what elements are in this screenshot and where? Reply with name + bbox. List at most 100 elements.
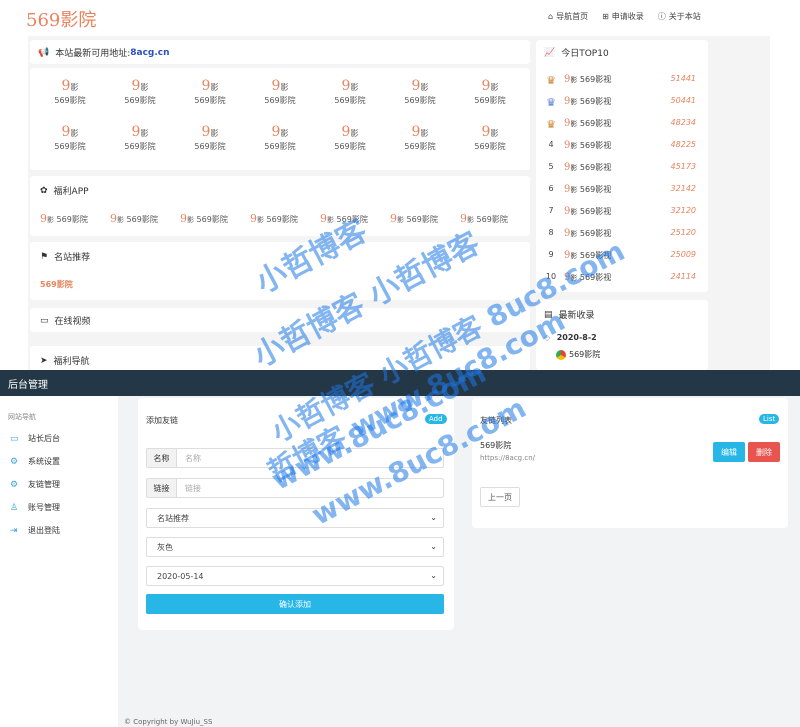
tile-name: 569影院: [54, 96, 86, 105]
top10-name: 9影 569影视: [564, 272, 612, 283]
latest-card: ▤ 最新收录 ◇ 2020-8-2 569影院: [536, 300, 708, 370]
fuli-app-item[interactable]: 9影 569影院: [460, 212, 508, 225]
delete-button[interactable]: 删除: [748, 442, 780, 462]
site-tile[interactable]: 9影 569影院: [35, 78, 105, 106]
site-tile[interactable]: 9影 569影院: [175, 78, 245, 106]
fuli-app-item[interactable]: 9影 569影院: [390, 212, 438, 225]
crown-icon: ♛: [546, 118, 556, 131]
sidebar-item[interactable]: ⚙ 友链管理: [10, 479, 60, 490]
link-field[interactable]: 链接 链接: [146, 478, 444, 498]
top10-count: 25120: [670, 228, 696, 237]
tile-logo: 9影: [271, 78, 289, 94]
name-label: 名称: [147, 449, 177, 467]
link-item-name: 569影院: [480, 441, 512, 450]
fuli-nav-title: 福利导航: [53, 357, 90, 367]
site-tile[interactable]: 9影 569影院: [455, 78, 525, 106]
top10-name: 9影 569影视: [564, 140, 612, 151]
tile-logo: 9影: [481, 78, 499, 94]
top10-row[interactable]: ♛ 9影 569影视 51441: [544, 74, 704, 92]
top10-row[interactable]: 6 9影 569影视 32142: [544, 184, 704, 202]
site-header: 569影院 ⌂ 导航首页 ⊞ 申请收录 ⓘ 关于本站: [0, 0, 800, 36]
admin-title: 后台管理: [8, 380, 48, 391]
latest-date: 2020-8-2: [556, 333, 597, 342]
link-item-url[interactable]: https://8acg.cn/: [480, 454, 535, 462]
fuli-app-item[interactable]: 9影 569影院: [320, 212, 368, 225]
tile-logo: 9影: [411, 78, 429, 94]
site-tile[interactable]: 9影 569影院: [105, 124, 175, 152]
list-badge: List: [759, 414, 780, 424]
rank-number: 8: [548, 228, 554, 237]
tile-logo: 9影: [341, 78, 359, 94]
tile-name: 569影院: [404, 96, 436, 105]
monitor-icon: ▭: [10, 433, 19, 444]
top10-row[interactable]: 8 9影 569影视 25120: [544, 228, 704, 246]
fuli-app-item[interactable]: 9影 569影院: [180, 212, 228, 225]
top10-row[interactable]: 4 9影 569影视 48225: [544, 140, 704, 158]
site-tile[interactable]: 9影 569影院: [315, 124, 385, 152]
gear-icon: ⚙: [10, 456, 19, 467]
rank-number: 6: [548, 184, 554, 193]
rank-number: 4: [548, 140, 554, 149]
site-tile[interactable]: 9影 569影院: [385, 78, 455, 106]
notice-text: 本站最新可用地址:: [55, 49, 131, 59]
top10-count: 25009: [670, 250, 696, 259]
list-panel-title: 友链列表: [480, 416, 512, 425]
top10-count: 50441: [670, 96, 696, 105]
name-field[interactable]: 名称 名称: [146, 448, 444, 468]
top10-row[interactable]: ♛ 9影 569影视 48234: [544, 118, 704, 136]
tile-name: 569影院: [474, 96, 506, 105]
top10-row[interactable]: 9 9影 569影视 25009: [544, 250, 704, 268]
top10-row[interactable]: 10 9影 569影视 24114: [544, 272, 704, 290]
top10-row[interactable]: 7 9影 569影视 32120: [544, 206, 704, 224]
site-tile[interactable]: 9影 569影院: [245, 78, 315, 106]
site-logo[interactable]: 569影院: [26, 6, 96, 32]
site-tile[interactable]: 9影 569影院: [175, 124, 245, 152]
tile-name: 569影院: [334, 96, 366, 105]
site-tile[interactable]: 9影 569影院: [105, 78, 175, 106]
fuli-app-item[interactable]: 9影 569影院: [110, 212, 158, 225]
date-select[interactable]: 2020-05-14 ⌄: [146, 566, 444, 586]
tile-logo: 9影: [131, 78, 149, 94]
sidebar-item[interactable]: ⇥ 退出登陆: [10, 525, 60, 536]
user-icon: ♙: [10, 502, 19, 513]
top10-name: 9影 569影视: [564, 250, 612, 261]
tile-logo: 9影: [61, 78, 79, 94]
notice-card: 📢 本站最新可用地址: 8acg.cn: [30, 40, 530, 64]
edit-button[interactable]: 编辑: [713, 442, 745, 462]
tile-logo: 9影: [201, 78, 219, 94]
top10-count: 32142: [670, 184, 696, 193]
latest-item[interactable]: 569影院: [556, 349, 600, 360]
fuli-app-item[interactable]: 9影 569影院: [40, 212, 88, 225]
nav-home[interactable]: ⌂ 导航首页: [548, 11, 588, 22]
site-tile[interactable]: 9影 569影院: [455, 124, 525, 152]
prev-page-button[interactable]: 上一页: [480, 487, 520, 507]
top10-title: 今日TOP10: [561, 49, 609, 59]
nav-apply[interactable]: ⊞ 申请收录: [602, 11, 644, 22]
link-list-panel: [472, 398, 788, 528]
tile-name: 569影院: [194, 96, 226, 105]
site-tile[interactable]: 9影 569影院: [35, 124, 105, 152]
top10-name: 9影 569影视: [564, 228, 612, 239]
sidebar-item[interactable]: ⚙ 系统设置: [10, 456, 60, 467]
famous-item[interactable]: 569影院: [40, 279, 73, 290]
color-select[interactable]: 灰色 ⌄: [146, 537, 444, 557]
site-tile[interactable]: 9影 569影院: [245, 124, 315, 152]
top10-row[interactable]: 5 9影 569影视 45173: [544, 162, 704, 180]
fuli-app-title: 福利APP: [53, 187, 89, 197]
category-select[interactable]: 名站推荐 ⌄: [146, 508, 444, 528]
tile-name: 569影院: [334, 142, 366, 151]
site-tile[interactable]: 9影 569影院: [315, 78, 385, 106]
add-panel-title: 添加友链: [146, 416, 178, 425]
fuli-app-item[interactable]: 9影 569影院: [250, 212, 298, 225]
admin-sidebar: 网站导航 ▭ 站长后台 ⚙ 系统设置 ⚙ 友链管理 ♙ 账号管理 ⇥ 退出登陆: [0, 396, 118, 727]
submit-button[interactable]: 确认添加: [146, 594, 444, 614]
tile-name: 569影院: [264, 142, 296, 151]
tile-logo: 9影: [131, 124, 149, 140]
tile-logo: 9影: [341, 124, 359, 140]
notice-link[interactable]: 8acg.cn: [130, 48, 169, 58]
nav-about[interactable]: ⓘ 关于本站: [658, 11, 701, 22]
sidebar-item[interactable]: ♙ 账号管理: [10, 502, 60, 513]
top10-row[interactable]: ♛ 9影 569影视 50441: [544, 96, 704, 114]
site-tile[interactable]: 9影 569影院: [385, 124, 455, 152]
sidebar-item[interactable]: ▭ 站长后台: [10, 433, 60, 444]
